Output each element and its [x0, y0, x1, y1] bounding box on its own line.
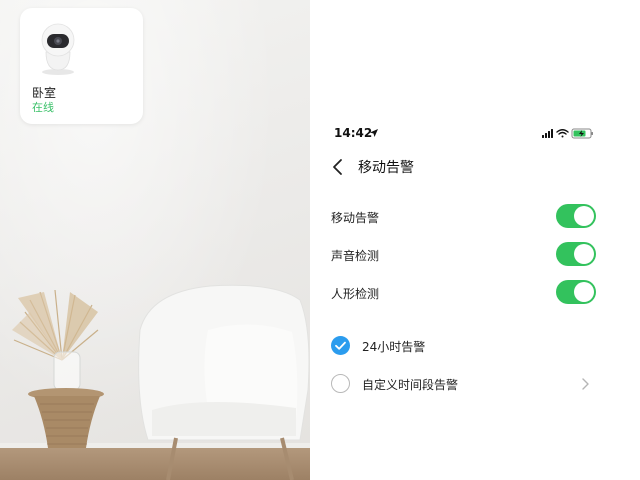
- option-label: 自定义时间段告警: [362, 378, 459, 392]
- back-chevron-icon[interactable]: [328, 157, 348, 177]
- camera-icon: [41, 23, 75, 75]
- radio-unselected[interactable]: [331, 374, 350, 393]
- switch-knob: [574, 282, 594, 302]
- device-status: 在线: [32, 101, 54, 114]
- battery-charging-icon: [571, 128, 593, 139]
- toggle-label: 移动告警: [331, 211, 380, 225]
- check-icon: [335, 341, 346, 350]
- radio-selected[interactable]: [331, 336, 350, 355]
- toggle-label: 人形检测: [331, 287, 380, 301]
- switch-knob: [574, 244, 594, 264]
- signal-icon: [542, 129, 553, 138]
- location-arrow-icon: [370, 129, 378, 137]
- toggle-row-sound-detection: 声音检测: [310, 240, 640, 270]
- status-time: 14:42: [334, 126, 373, 140]
- room-photo: 卧室 在线: [0, 0, 310, 480]
- device-card-bedroom[interactable]: 卧室 在线: [20, 8, 143, 124]
- option-custom-period-alert[interactable]: 自定义时间段告警: [310, 369, 640, 399]
- human-detection-switch[interactable]: [556, 280, 596, 304]
- wicker-side-table: [28, 388, 104, 448]
- nav-bar: 移动告警: [310, 150, 640, 182]
- status-bar: 14:42: [310, 124, 640, 144]
- option-label: 24小时告警: [362, 340, 426, 354]
- page-title: 移动告警: [358, 160, 414, 176]
- toggle-label: 声音检测: [331, 249, 380, 263]
- glass-vase: [53, 351, 81, 391]
- phone-screen: 14:42 移动告警 移动告警 声音检测 人形检测 24小时告警 自定义时间段告…: [310, 0, 640, 480]
- option-24h-alert[interactable]: 24小时告警: [310, 331, 640, 361]
- white-armchair: [138, 284, 310, 480]
- status-icons: [542, 128, 593, 139]
- motion-alert-switch[interactable]: [556, 204, 596, 228]
- chevron-right-icon[interactable]: [580, 377, 590, 391]
- switch-knob: [574, 206, 594, 226]
- toggle-row-human-detection: 人形检测: [310, 278, 640, 308]
- toggle-row-motion-alert: 移动告警: [310, 202, 640, 232]
- sound-detection-switch[interactable]: [556, 242, 596, 266]
- wifi-icon: [556, 129, 569, 138]
